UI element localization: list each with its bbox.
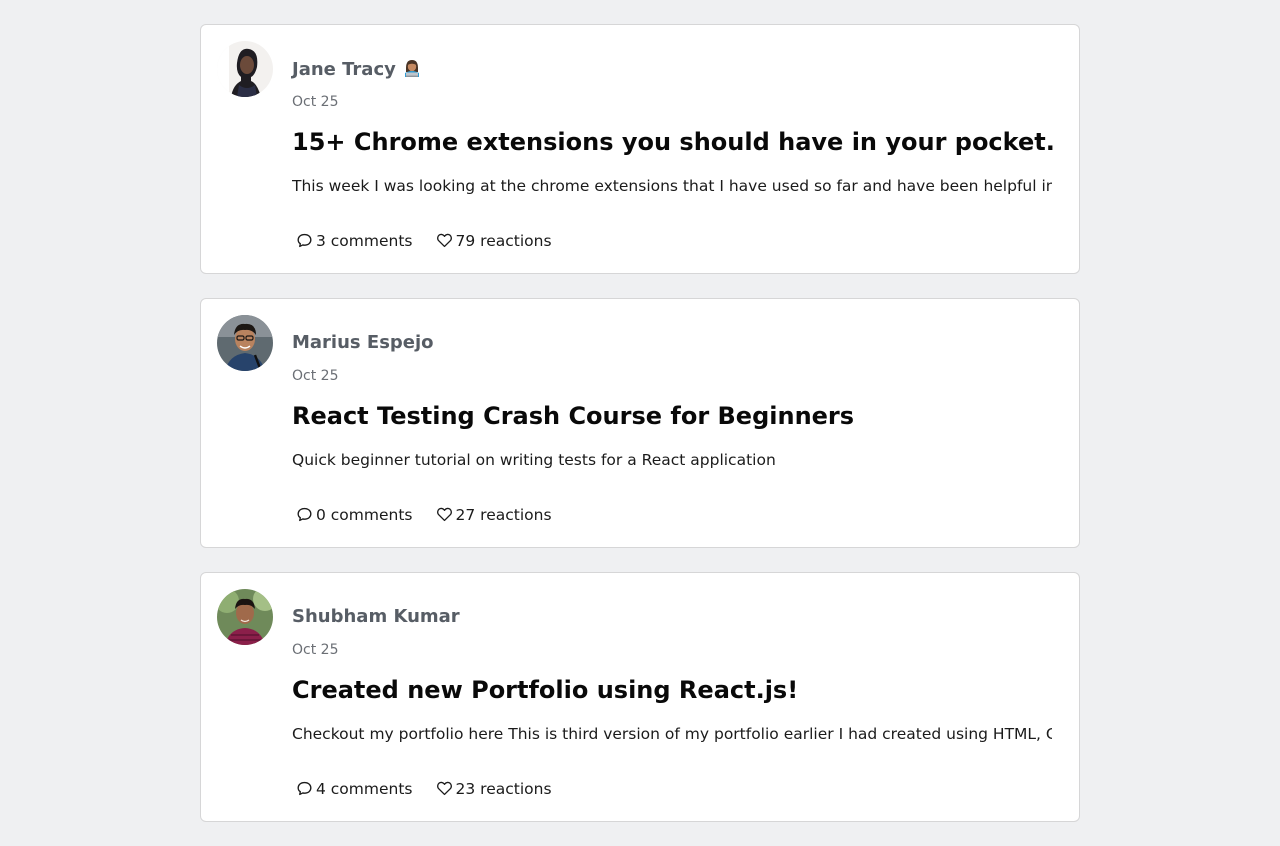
heart-icon <box>436 233 452 248</box>
reactions-link[interactable]: 23 reactions <box>435 779 552 798</box>
author-avatar[interactable] <box>217 41 273 97</box>
comments-count: 3 comments <box>316 231 413 250</box>
avatar-image <box>217 315 273 371</box>
article-title[interactable]: Created new Portfolio using React.js! <box>292 676 798 704</box>
comments-count: 4 comments <box>316 779 413 798</box>
heart-icon <box>436 781 452 796</box>
woman-technologist-icon <box>404 60 419 77</box>
reactions-count: 23 reactions <box>455 779 552 798</box>
heart-icon <box>436 507 452 522</box>
reactions-count: 27 reactions <box>455 505 552 524</box>
comments-link[interactable]: 3 comments <box>295 231 413 250</box>
author-avatar[interactable] <box>217 315 273 371</box>
avatar-image <box>217 589 273 645</box>
article-title[interactable]: React Testing Crash Course for Beginners <box>292 402 854 430</box>
reactions-count: 79 reactions <box>455 231 552 250</box>
post-date[interactable]: Oct 25 <box>292 368 338 384</box>
reactions-link[interactable]: 27 reactions <box>435 505 552 524</box>
comment-icon <box>297 233 312 248</box>
article-excerpt: This week I was looking at the chrome ex… <box>292 177 1052 195</box>
article-card[interactable]: Shubham Kumar Oct 25 Created new Portfol… <box>200 572 1080 822</box>
article-meta: 4 comments 23 reactions <box>295 779 552 798</box>
avatar-image <box>217 41 273 97</box>
article-feed: Jane Tracy Oct 25 15+ Chrome extensions … <box>200 24 1080 846</box>
reactions-link[interactable]: 79 reactions <box>435 231 552 250</box>
article-meta: 3 comments 79 reactions <box>295 231 552 250</box>
article-title[interactable]: 15+ Chrome extensions you should have in… <box>292 128 1055 156</box>
comments-count: 0 comments <box>316 505 413 524</box>
author-name[interactable]: Shubham Kumar <box>292 606 460 627</box>
article-card[interactable]: Marius Espejo Oct 25 React Testing Crash… <box>200 298 1080 548</box>
article-excerpt: Checkout my portfolio here This is third… <box>292 725 1052 743</box>
article-meta: 0 comments 27 reactions <box>295 505 552 524</box>
post-date[interactable]: Oct 25 <box>292 642 338 658</box>
author-name-text: Shubham Kumar <box>292 606 460 627</box>
author-name-text: Marius Espejo <box>292 332 434 353</box>
author-avatar[interactable] <box>217 589 273 645</box>
author-emoji <box>402 58 422 83</box>
article-excerpt: Quick beginner tutorial on writing tests… <box>292 451 776 469</box>
post-date[interactable]: Oct 25 <box>292 94 338 110</box>
comments-link[interactable]: 0 comments <box>295 505 413 524</box>
author-name-text: Jane Tracy <box>292 59 396 80</box>
comment-icon <box>297 781 312 796</box>
comments-link[interactable]: 4 comments <box>295 779 413 798</box>
article-card[interactable]: Jane Tracy Oct 25 15+ Chrome extensions … <box>200 24 1080 274</box>
author-name[interactable]: Jane Tracy <box>292 58 422 83</box>
author-name[interactable]: Marius Espejo <box>292 332 434 353</box>
comment-icon <box>297 507 312 522</box>
